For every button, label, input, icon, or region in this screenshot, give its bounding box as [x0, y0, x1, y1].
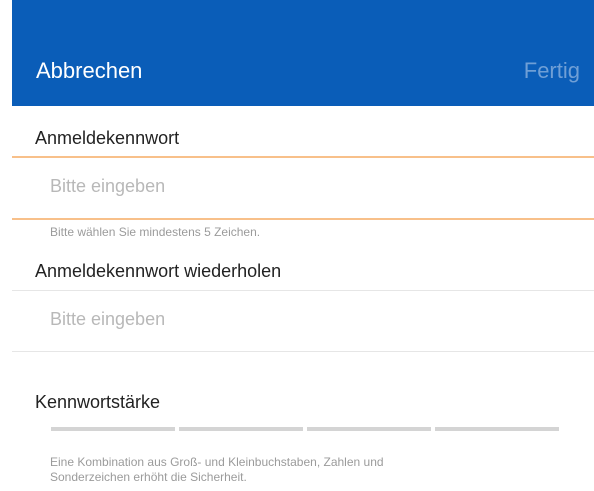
- done-button[interactable]: Fertig: [524, 58, 580, 84]
- repeat-password-input[interactable]: Bitte eingeben: [12, 291, 594, 351]
- strength-hint-line1: Eine Kombination aus Groß- und Kleinbuch…: [50, 455, 384, 469]
- strength-meter: [51, 427, 559, 431]
- repeat-password-placeholder: Bitte eingeben: [50, 309, 166, 329]
- strength-segment: [51, 427, 175, 431]
- password-hint: Bitte wählen Sie mindestens 5 Zeichen.: [50, 225, 261, 239]
- repeat-password-bottom-divider: [12, 351, 594, 352]
- strength-segment: [435, 427, 559, 431]
- navigation-bar: Abbrechen Fertig: [12, 0, 594, 106]
- password-label: Anmeldekennwort: [35, 128, 180, 148]
- password-placeholder: Bitte eingeben: [50, 176, 166, 196]
- password-input[interactable]: Bitte eingeben: [12, 158, 594, 218]
- strength-hint-line2: Sonderzeichen erhöht die Sicherheit.: [50, 470, 247, 484]
- cancel-button[interactable]: Abbrechen: [36, 58, 142, 84]
- strength-segment: [307, 427, 431, 431]
- password-bottom-divider: [12, 218, 594, 220]
- repeat-password-label: Anmeldekennwort wiederholen: [35, 261, 282, 281]
- strength-segment: [179, 427, 303, 431]
- strength-label: Kennwortstärke: [35, 392, 161, 412]
